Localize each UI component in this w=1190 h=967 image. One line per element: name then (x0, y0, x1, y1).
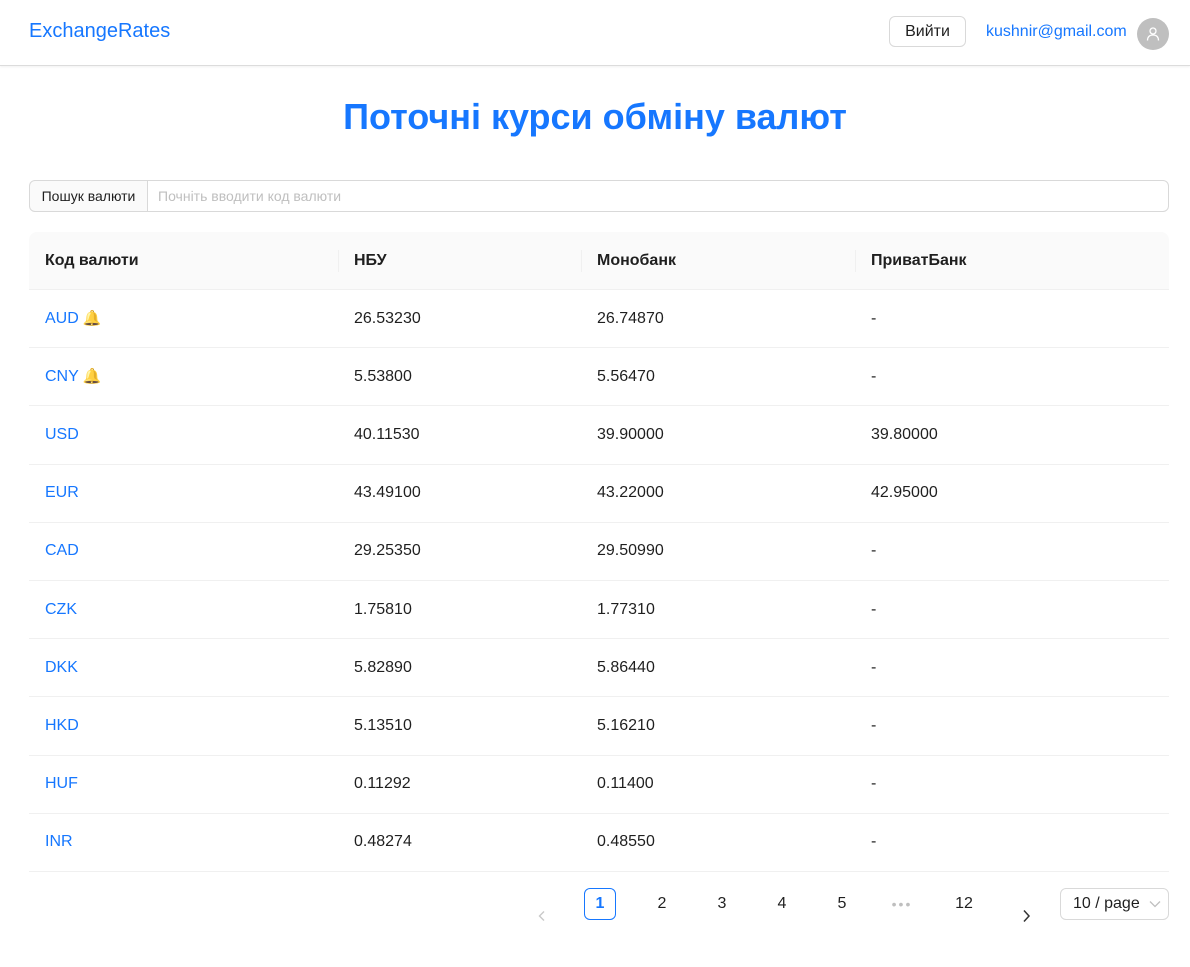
privat-rate-cell: - (871, 716, 877, 734)
currency-code-cell: EUR (29, 484, 338, 502)
currency-code-link[interactable]: USD (45, 426, 79, 443)
privat-rate-cell: 39.80000 (871, 425, 938, 443)
next-page-button[interactable] (1014, 904, 1038, 928)
currency-code-link[interactable]: INR (45, 833, 73, 850)
currency-code-link[interactable]: CNY (45, 368, 79, 385)
mono-rate-cell: 39.90000 (597, 425, 664, 443)
currency-code-cell: HUF (29, 775, 338, 793)
mono-rate-cell: 5.56470 (597, 367, 655, 385)
chevron-left-icon (538, 911, 545, 921)
currency-code-link[interactable]: CAD (45, 542, 79, 559)
table-body: AUD 🔔 26.53230 26.74870- CNY 🔔 5.53800 5.56470-… (29, 290, 1169, 872)
privat-rate-cell: - (871, 600, 877, 618)
page-title: Поточні курси обміну валют (343, 96, 847, 137)
column-header-code[interactable]: Код валюти (29, 232, 338, 290)
page-4-button[interactable]: 4 (766, 888, 798, 920)
privat-rate-cell: - (871, 775, 877, 793)
table-row: CAD 29.25350 29.50990 - (29, 523, 1169, 581)
table-row: EUR 43.49100 43.22000 42.95000 (29, 465, 1169, 523)
rates-table: Код валюти НБУ Монобанк ПриватБанк AUD 🔔 2… (29, 232, 1169, 872)
prev-page-button[interactable] (530, 904, 554, 928)
user-email-link[interactable]: kushnir@gmail.com (986, 23, 1127, 41)
mono-rate-cell: 1.77310 (597, 600, 655, 618)
mono-rate-cell: 0.11400 (597, 775, 654, 793)
privat-rate-cell: - (871, 658, 877, 676)
page-size-select[interactable]: 10 / page (1060, 888, 1169, 920)
search-addon-label: Пошук валюти (29, 180, 147, 212)
page-size-value: 10 / page (1073, 895, 1140, 912)
pagination: 1 2 3 4 5 ••• 12 10 / page (0, 888, 1190, 923)
nbu-rate-cell: 26.53230 (354, 309, 421, 327)
table-row: AUD 🔔 26.53230 26.74870 - (29, 290, 1169, 349)
table-row: CZK 1.75810 1.77310 - (29, 581, 1169, 640)
page-3-button[interactable]: 3 (706, 888, 738, 920)
logout-button[interactable]: Вийти (889, 16, 966, 47)
privat-rate-cell: - (871, 367, 877, 385)
currency-search: Пошук валюти (29, 180, 1169, 212)
page-5-button[interactable]: 5 (826, 888, 858, 920)
page-2-button[interactable]: 2 (646, 888, 678, 920)
currency-code-link[interactable]: HKD (45, 717, 79, 734)
currency-code-link[interactable]: AUD (45, 310, 79, 327)
bell-icon[interactable]: 🔔 (83, 310, 102, 327)
currency-code-cell: DKK (29, 659, 338, 677)
table-row: CNY 🔔 5.53800 5.56470 - (29, 348, 1169, 407)
mono-rate-cell: 0.48550 (597, 833, 655, 851)
nbu-rate-cell: 5.82890 (354, 658, 412, 676)
mono-rate-cell: 43.22000 (597, 484, 664, 502)
brand-logo[interactable]: ExchangeRates (29, 20, 170, 43)
currency-code-link[interactable]: CZK (45, 601, 77, 618)
user-icon (1146, 27, 1160, 41)
privat-rate-cell: - (871, 542, 877, 560)
currency-code-cell: CNY 🔔 (29, 367, 338, 386)
nbu-rate-cell: 1.75810 (354, 600, 412, 618)
mono-rate-cell: 5.86440 (597, 658, 655, 676)
page-ellipsis[interactable]: ••• (886, 888, 918, 920)
privat-rate-cell: - (871, 309, 877, 327)
table-row: USD 40.11530 39.90000 39.80000 (29, 406, 1169, 465)
nbu-rate-cell: 43.49100 (354, 484, 421, 502)
currency-code-cell: USD (29, 426, 338, 444)
nbu-rate-cell: 29.25350 (354, 542, 421, 560)
mono-rate-cell: 5.16210 (597, 716, 655, 734)
chevron-down-icon (1149, 901, 1161, 908)
table-header: Код валюти НБУ Монобанк ПриватБанк (29, 232, 1169, 290)
mono-rate-cell: 26.74870 (597, 309, 664, 327)
avatar[interactable] (1137, 18, 1169, 50)
table-row: INR 0.48274 0.48550 - (29, 814, 1169, 872)
page-1-button[interactable]: 1 (584, 888, 616, 920)
table-row: HUF 0.11292 0.11400 - (29, 756, 1169, 814)
table-row: DKK 5.82890 5.86440 - (29, 639, 1169, 698)
bell-icon[interactable]: 🔔 (83, 368, 102, 385)
currency-code-cell: HKD (29, 717, 338, 735)
nbu-rate-cell: 5.53800 (354, 367, 412, 385)
nbu-rate-cell: 40.11530 (354, 425, 420, 443)
currency-code-link[interactable]: EUR (45, 484, 79, 501)
currency-code-cell: INR (29, 833, 338, 851)
nbu-rate-cell: 0.11292 (354, 775, 411, 793)
currency-code-link[interactable]: DKK (45, 659, 78, 676)
app-header: ExchangeRates Вийти kushnir@gmail.com (0, 0, 1190, 66)
column-header-privat[interactable]: ПриватБанк (855, 232, 1169, 290)
search-input[interactable] (147, 180, 1169, 212)
currency-code-link[interactable]: HUF (45, 775, 78, 792)
column-header-nbu[interactable]: НБУ (338, 232, 581, 290)
privat-rate-cell: - (871, 833, 877, 851)
nbu-rate-cell: 0.48274 (354, 833, 412, 851)
mono-rate-cell: 29.50990 (597, 542, 664, 560)
column-header-mono[interactable]: Монобанк (581, 232, 855, 290)
table-row: HKD 5.13510 5.16210 - (29, 697, 1169, 756)
currency-code-cell: AUD 🔔 (29, 309, 338, 328)
chevron-right-icon (1023, 909, 1031, 923)
currency-code-cell: CAD (29, 542, 338, 560)
nbu-rate-cell: 5.13510 (354, 716, 412, 734)
currency-code-cell: CZK (29, 601, 338, 619)
privat-rate-cell: 42.95000 (871, 484, 938, 502)
page-12-button[interactable]: 12 (948, 888, 980, 920)
